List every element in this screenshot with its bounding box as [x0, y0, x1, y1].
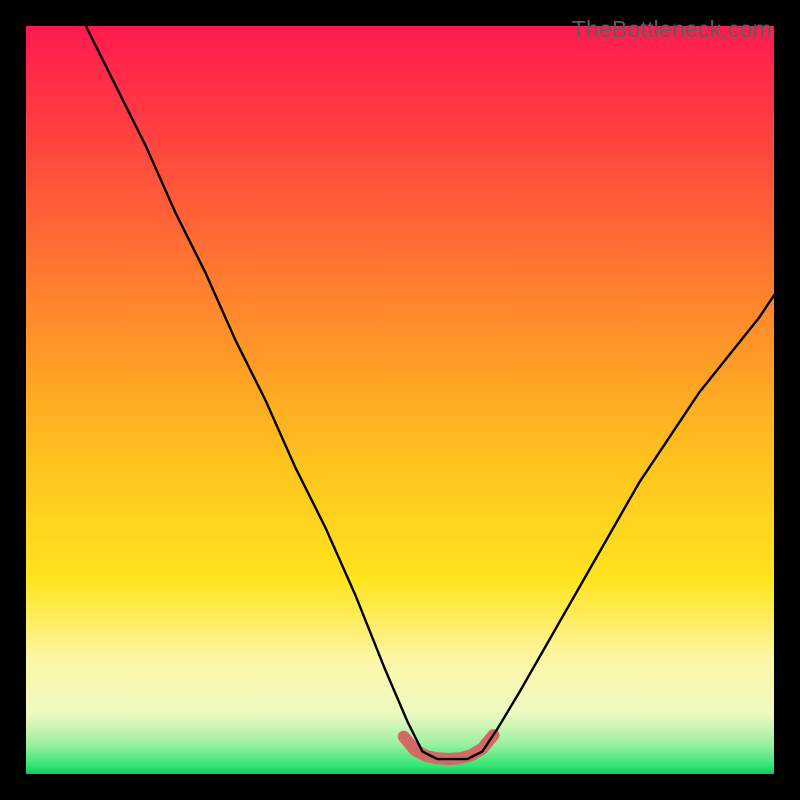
chart-frame: TheBottleneck.com [10, 10, 790, 790]
chart-svg [26, 26, 774, 774]
plot-area [26, 26, 774, 774]
bottleneck-curve [86, 26, 774, 759]
watermark-text: TheBottleneck.com [572, 16, 772, 43]
